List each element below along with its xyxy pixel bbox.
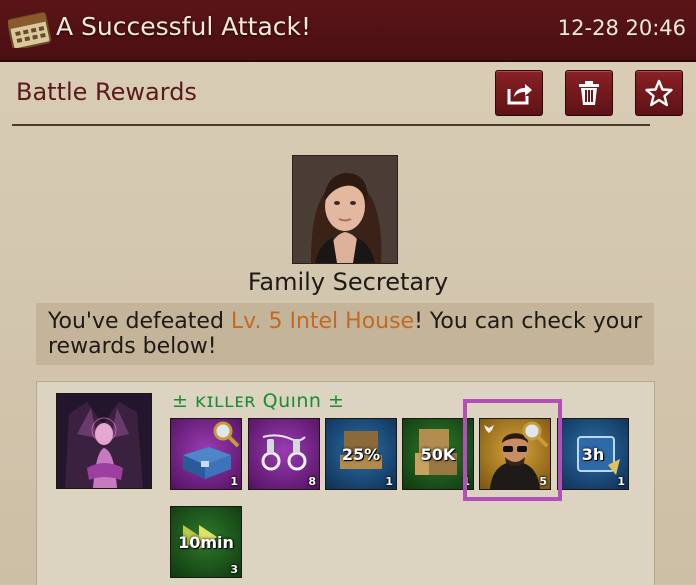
reward-item-boost[interactable]: 25% 1 — [325, 418, 397, 490]
mail-timestamp: 12-28 20:46 — [557, 16, 686, 40]
target-portrait — [292, 155, 398, 264]
selection-highlight — [463, 399, 562, 501]
magnifier-icon — [213, 421, 240, 448]
item-label: 10min — [178, 533, 234, 552]
favorite-button[interactable] — [635, 70, 683, 116]
share-icon — [507, 84, 532, 105]
item-count: 1 — [385, 475, 393, 488]
reward-item-speedup-10min[interactable]: 10min 3 — [170, 506, 242, 578]
item-count: 1 — [617, 475, 625, 488]
share-button[interactable] — [495, 70, 543, 116]
mail-header: A Successful Attack! 12-28 20:46 — [0, 0, 696, 62]
item-count: 1 — [230, 475, 238, 488]
message-prefix: You've defeated — [48, 309, 231, 334]
defeated-target-link: Lv. 5 Intel House — [230, 309, 415, 334]
item-count: 8 — [308, 475, 316, 488]
divider — [12, 124, 650, 126]
reward-item-handcuffs[interactable]: 8 — [248, 418, 320, 490]
hero-portrait[interactable] — [56, 393, 152, 489]
item-count: 3 — [230, 563, 238, 576]
reward-item-chest[interactable]: 1 — [170, 418, 242, 490]
target-name: Family Secretary — [247, 268, 449, 296]
star-icon — [645, 79, 673, 107]
reward-item-speedup-3h[interactable]: 3h 1 — [557, 418, 629, 490]
battle-message-text: You've defeated Lv. 5 Intel House! You c… — [48, 309, 644, 359]
delete-button[interactable] — [565, 70, 613, 116]
calendar-icon — [8, 12, 52, 48]
item-label: 3h — [581, 445, 605, 464]
item-label: 25% — [341, 445, 381, 464]
hero-name: ± ᴋɪʟʟᴇʀ Quınn ± — [172, 390, 345, 412]
section-title: Battle Rewards — [16, 78, 197, 106]
mail-title: A Successful Attack! — [56, 12, 312, 41]
battle-message: You've defeated Lv. 5 Intel House! You c… — [36, 303, 654, 365]
trash-icon — [579, 81, 599, 105]
